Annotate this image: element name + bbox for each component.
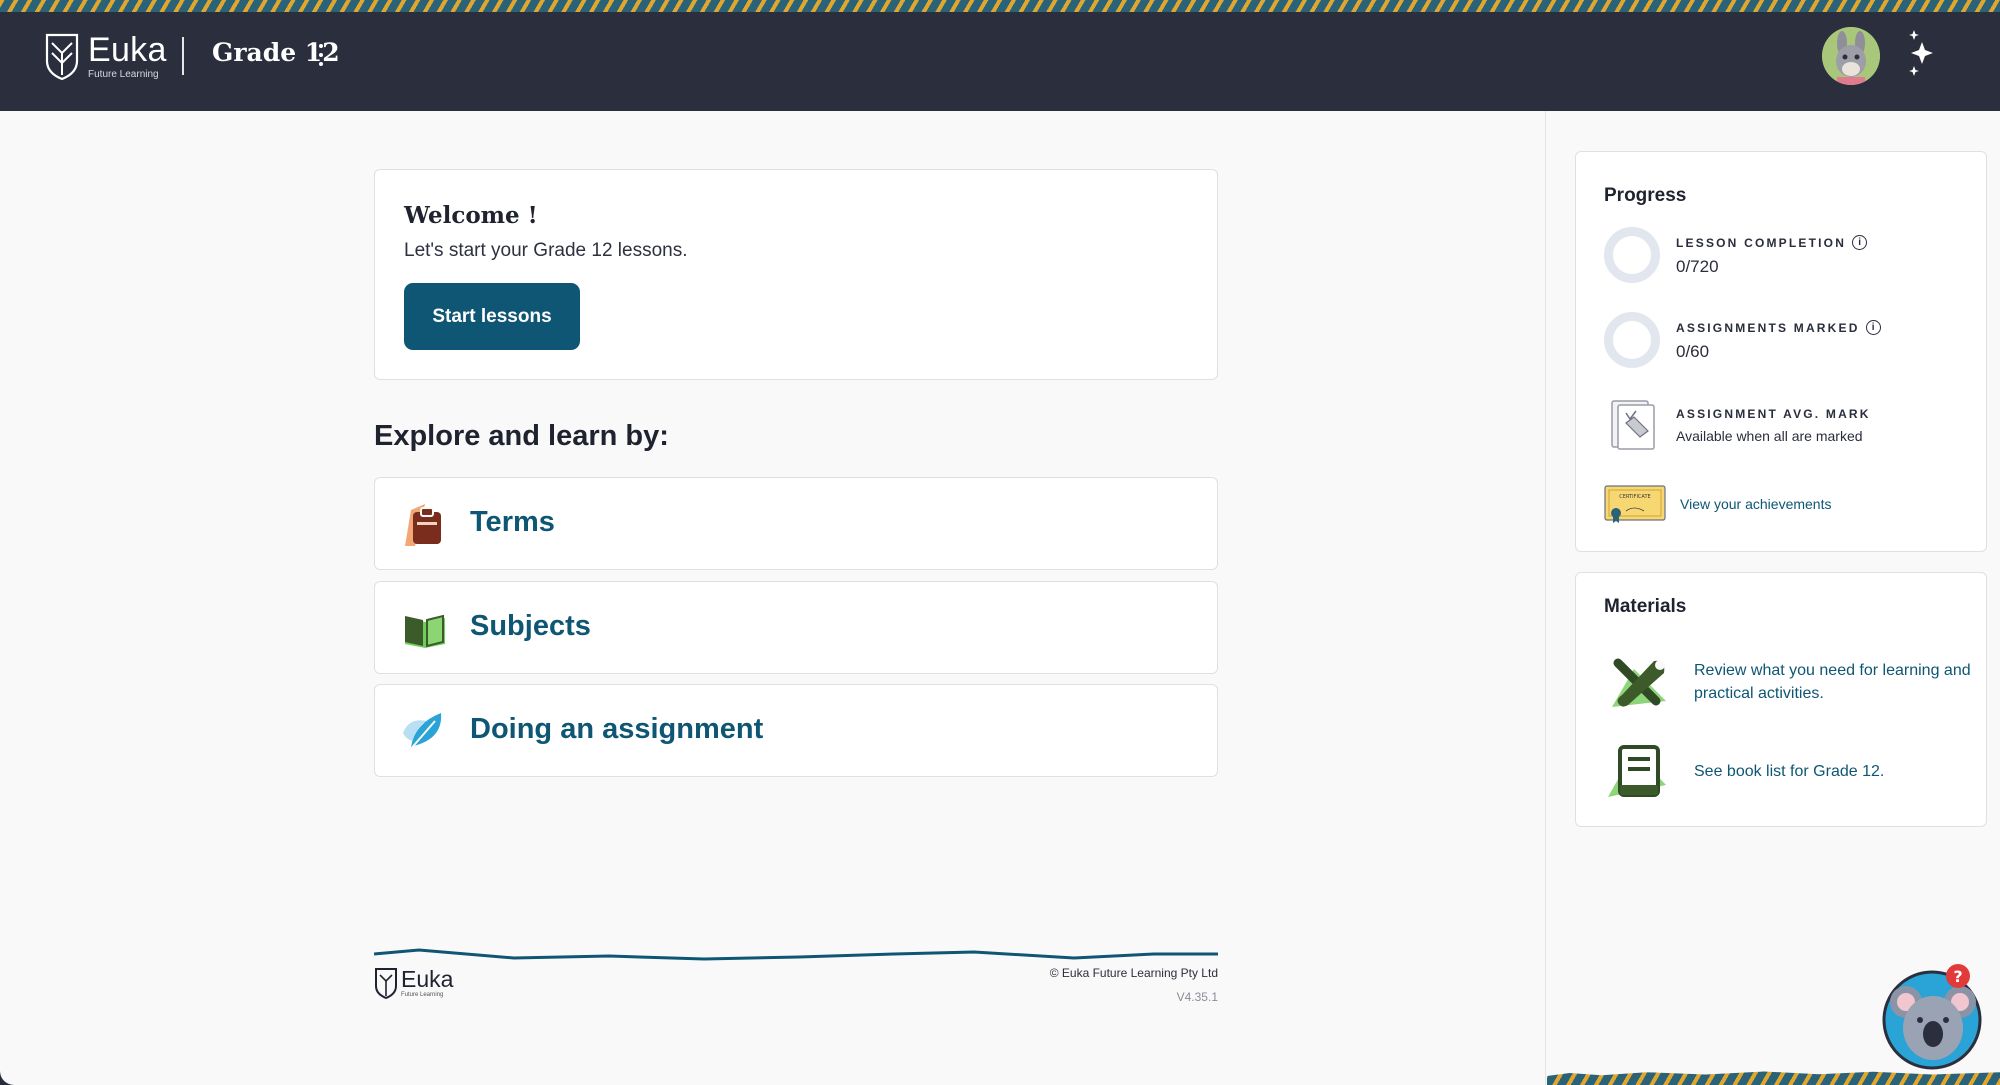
avg-mark-label: ASSIGNMENT AVG. MARK [1676,407,1871,421]
start-lessons-button[interactable]: Start lessons [404,283,580,350]
help-koala-icon[interactable]: ? [1876,962,1988,1070]
euka-footer-logo-icon [375,968,397,1000]
certificate-text: CERTIFICATE [1619,494,1650,500]
lesson-completion-ring [1604,227,1660,283]
donkey-avatar-icon [1822,27,1880,85]
progress-card: Progress LESSON COMPLETION i 0/720 ASSIG… [1575,151,1987,552]
view-achievements-link[interactable]: CERTIFICATE View your achievements [1604,485,1831,523]
materials-link-booklist: See book list for Grade 12. [1694,763,1885,781]
assignments-marked-value: 0/60 [1676,342,1710,361]
footer-logo: Euka Future Learning [374,966,453,1000]
version-text: V4.35.1 [1176,990,1218,1004]
euka-logo-icon [45,33,79,81]
lesson-completion-label: LESSON COMPLETION [1676,235,1847,250]
open-book-icon [405,614,445,648]
materials-link-activities: Review what you need for learning and pr… [1694,661,1971,702]
assignments-marked-label: ASSIGNMENTS MARKED [1676,320,1860,335]
feather-icon [403,713,442,752]
kebab-menu-icon[interactable] [316,44,326,66]
footer-brand-name: Euka [401,966,454,992]
svg-text:?: ? [1953,967,1962,986]
tools-icon [1612,658,1666,707]
assignments-marked-metric: ASSIGNMENTS MARKED i 0/60 [1604,312,1974,372]
explore-label-subjects: Subjects [470,610,591,642]
welcome-card: Welcome ! Let's start your Grade 12 less… [374,169,1218,380]
materials-item-booklist[interactable]: See book list for Grade 12. [1604,741,1974,803]
welcome-title: Welcome ! [404,202,538,229]
clipboard-icon [405,504,441,546]
footer-wave-line [374,948,1218,961]
certificate-icon: CERTIFICATE [1604,485,1666,523]
info-icon[interactable]: i [1852,235,1868,250]
avg-mark-value: Available when all are marked [1676,428,1863,444]
brand-name: Euka [88,30,167,69]
top-header: Euka Future Learning Grade 12 [0,0,2000,111]
user-avatar[interactable] [1822,27,1880,85]
explore-item-terms[interactable]: Terms [374,477,1218,570]
explore-item-assignment[interactable]: Doing an assignment [374,684,1218,777]
welcome-subtitle: Let's start your Grade 12 lessons. [404,240,688,261]
explore-label-terms: Terms [470,506,555,538]
explore-item-subjects[interactable]: Subjects [374,581,1218,674]
book-icon [1608,745,1666,797]
info-icon[interactable]: i [1865,320,1881,335]
assignments-marked-ring [1604,312,1660,368]
explore-label-assignment: Doing an assignment [470,713,764,745]
lesson-completion-metric: LESSON COMPLETION i 0/720 [1604,227,1974,287]
lesson-completion-value: 0/720 [1676,257,1719,276]
copyright-text: © Euka Future Learning Pty Ltd [1049,966,1218,980]
avg-mark-metric: ASSIGNMENT AVG. MARK Available when all … [1604,397,1974,457]
brand-tagline: Future Learning [88,68,159,80]
brand-logo[interactable]: Euka Future Learning [44,30,167,82]
materials-card: Materials Review what you need for learn… [1575,572,1987,827]
dark-mode-toggle-icon[interactable] [1902,24,1964,86]
progress-title: Progress [1604,185,1687,206]
header-divider [182,37,184,75]
achievements-link-text: View your achievements [1680,496,1832,512]
explore-heading: Explore and learn by: [374,420,669,452]
header-stripe [0,0,2000,12]
materials-item-activities[interactable]: Review what you need for learning and pr… [1604,651,1974,713]
footer-brand-tagline: Future Learning [401,992,444,998]
materials-title: Materials [1604,596,1687,617]
marked-paper-icon [1611,400,1655,450]
